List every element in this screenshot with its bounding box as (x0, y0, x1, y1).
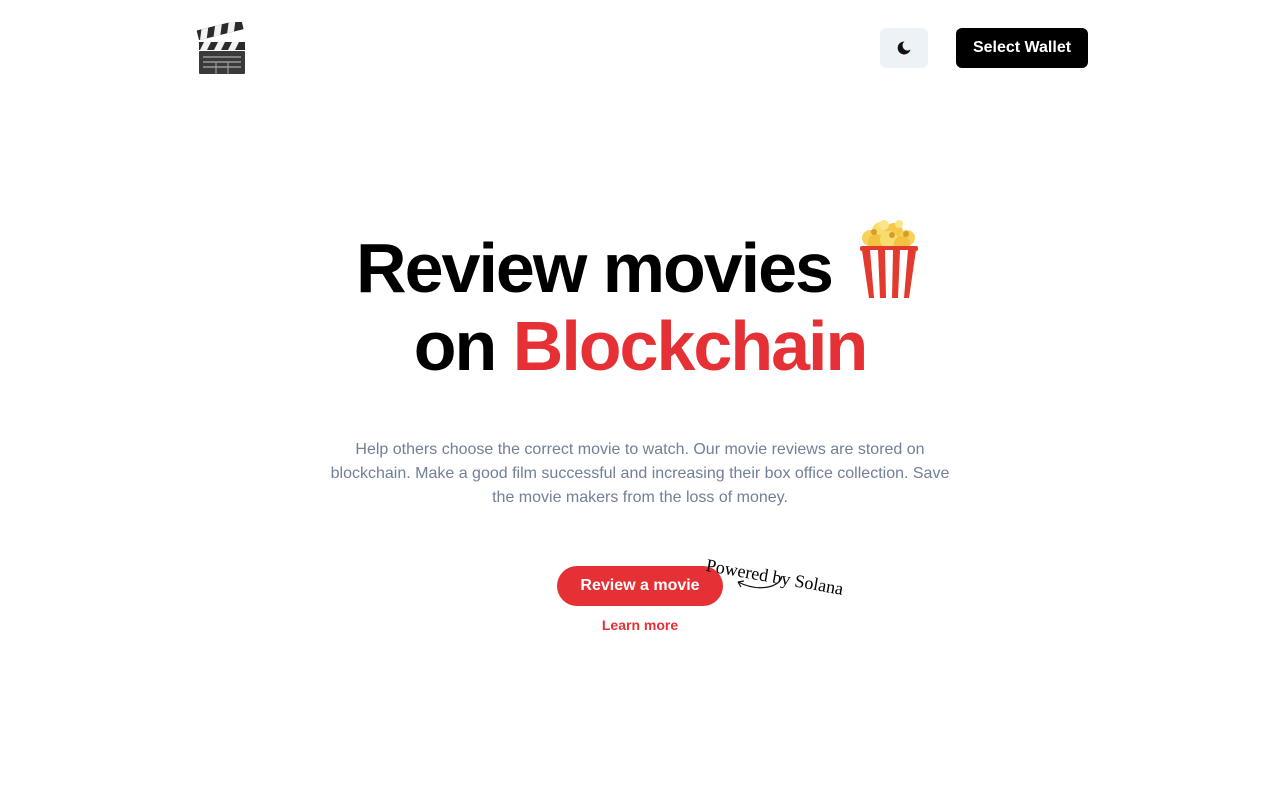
hero-title-line2: on Blockchain (0, 307, 1280, 385)
review-movie-button[interactable]: Review a movie (557, 566, 723, 606)
popcorn-icon (854, 220, 924, 300)
theme-toggle-button[interactable] (880, 28, 928, 68)
hero-title-prefix: on (413, 307, 498, 385)
learn-more-link[interactable]: Learn more (560, 617, 720, 633)
curved-arrow-icon (737, 575, 783, 589)
hero-title-accent: Blockchain (512, 307, 868, 385)
moon-icon (896, 40, 912, 56)
clapperboard-icon[interactable] (196, 19, 248, 76)
hero-title-line1: Review movies (356, 229, 834, 307)
page: Select Wallet Review movies on Blockchai… (0, 0, 1280, 800)
select-wallet-button[interactable]: Select Wallet (956, 28, 1088, 68)
hero-description: Help others choose the correct movie to … (330, 441, 950, 506)
hero-title: Review movies on Blockchain (0, 220, 1280, 385)
